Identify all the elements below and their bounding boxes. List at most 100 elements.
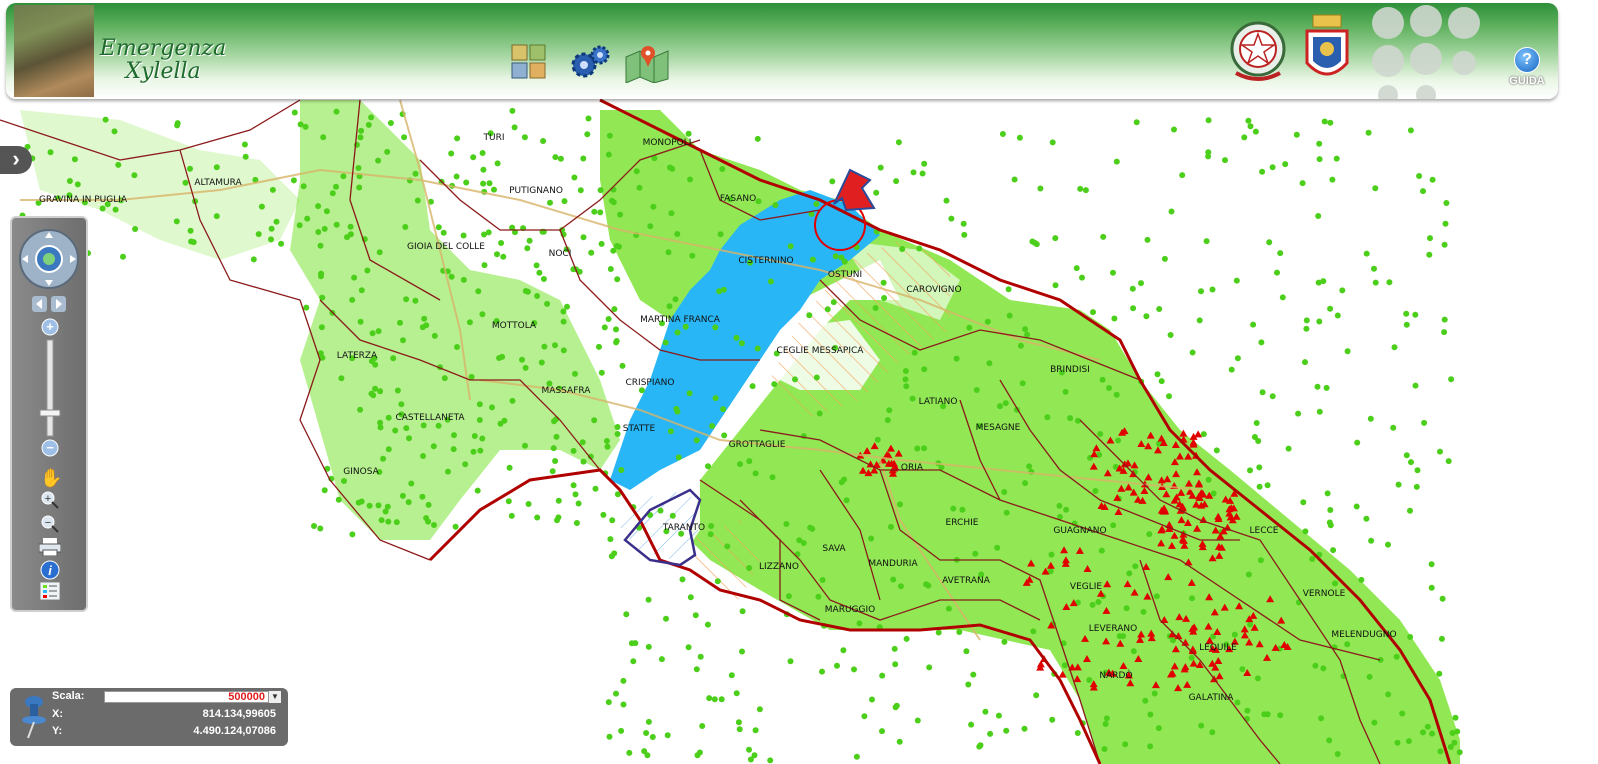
sample-point (1167, 332, 1174, 338)
sample-point (173, 218, 180, 225)
sample-point (421, 315, 428, 322)
sample-point (620, 701, 627, 708)
sample-point (1126, 570, 1133, 577)
sample-point (588, 249, 595, 256)
guida-button[interactable]: ? GUIDA (1502, 47, 1552, 87)
sample-point (1428, 584, 1435, 591)
sample-point (384, 503, 391, 510)
sample-point (1120, 633, 1127, 640)
sample-point (953, 355, 960, 362)
sample-point (368, 114, 375, 121)
pan-compass-icon[interactable] (18, 228, 80, 290)
sample-point (318, 324, 325, 331)
sample-point (679, 576, 686, 583)
sample-point (613, 338, 620, 344)
sample-point (1129, 285, 1136, 292)
sample-point (767, 757, 774, 764)
sample-point (99, 205, 106, 212)
zoom-out-box-icon[interactable]: − (40, 514, 60, 534)
sample-point (580, 458, 587, 465)
zoom-slider[interactable]: + − (37, 318, 63, 458)
sample-point (470, 154, 477, 161)
sample-point (1330, 547, 1337, 554)
sample-point (610, 199, 617, 206)
sample-point (597, 209, 604, 216)
scale-input[interactable]: 500000 (104, 691, 280, 703)
sample-point (747, 756, 754, 763)
panel-expand-button[interactable]: › (0, 146, 32, 174)
town-label: GROTTAGLIE (729, 440, 786, 450)
sample-point (300, 183, 307, 190)
sample-point (1300, 499, 1307, 506)
sample-point (968, 721, 975, 728)
sample-point (1016, 134, 1023, 141)
sample-point (1394, 739, 1401, 746)
sample-point (956, 629, 963, 635)
town-label: CEGLIE MESSAPICA (777, 346, 865, 356)
sample-point (1233, 277, 1240, 284)
zoom-in-box-icon[interactable]: + (40, 490, 60, 510)
sample-point (466, 319, 473, 326)
sample-point (573, 520, 580, 526)
sample-point (893, 178, 900, 185)
sample-point (412, 170, 419, 177)
sample-point (1049, 716, 1056, 723)
sample-point (255, 231, 262, 238)
sample-point (633, 168, 640, 175)
settings-gears-icon[interactable] (568, 43, 612, 81)
sample-point (1344, 641, 1351, 648)
sample-point (468, 373, 475, 380)
map-canvas[interactable]: TURI MONOPOLI ALTAMURA PUTIGNANO FASANO GRAVI… (0, 0, 1598, 764)
sample-point (966, 324, 973, 331)
sample-point (943, 197, 950, 204)
sample-point (509, 397, 516, 404)
sample-point (1256, 464, 1263, 471)
sample-point (1168, 208, 1175, 215)
sample-point (1244, 707, 1251, 714)
sample-point (494, 160, 501, 167)
sample-point (840, 647, 847, 654)
sample-point (598, 240, 605, 247)
sample-point (347, 223, 354, 230)
decorative-pattern (1372, 5, 1480, 99)
sample-point (112, 206, 119, 213)
sample-point (435, 422, 442, 429)
push-pin-icon[interactable] (18, 694, 48, 740)
sample-point (552, 342, 558, 349)
pan-hand-icon[interactable]: ✋ (40, 468, 62, 489)
sample-point (619, 362, 626, 369)
sample-point (1255, 438, 1262, 444)
sample-point (479, 311, 486, 318)
svg-text:−: − (45, 517, 51, 529)
title-line-2: Xylella (125, 59, 201, 84)
print-icon[interactable] (39, 538, 61, 556)
sample-point (997, 403, 1003, 410)
sample-point (187, 227, 194, 234)
layers-icon[interactable] (510, 43, 548, 81)
map-pin-icon[interactable] (624, 43, 670, 84)
sample-point (897, 583, 904, 590)
sample-point (669, 165, 676, 172)
sample-point (552, 154, 559, 161)
y-coordinate: 4.490.124,07086 (193, 725, 276, 737)
sample-point (538, 359, 545, 366)
sample-point (1442, 220, 1449, 227)
app-title: Emergenza Xylella (98, 37, 228, 83)
sample-point (1403, 321, 1410, 328)
chevron-down-icon[interactable]: ▼ (268, 691, 281, 703)
sample-point (385, 518, 392, 525)
sample-point (614, 276, 621, 283)
sample-point (1022, 326, 1029, 333)
sample-point (1279, 294, 1286, 301)
legend-icon[interactable] (40, 582, 60, 600)
sample-point (522, 442, 528, 449)
info-icon[interactable]: i (40, 560, 60, 580)
sample-point (448, 150, 455, 157)
sample-point (476, 401, 483, 408)
history-nav-buttons[interactable] (32, 296, 66, 312)
sample-point (188, 238, 195, 245)
sample-point (910, 169, 917, 176)
y-label: Y: (52, 725, 63, 737)
sample-point (1443, 200, 1450, 206)
sample-point (834, 662, 840, 669)
